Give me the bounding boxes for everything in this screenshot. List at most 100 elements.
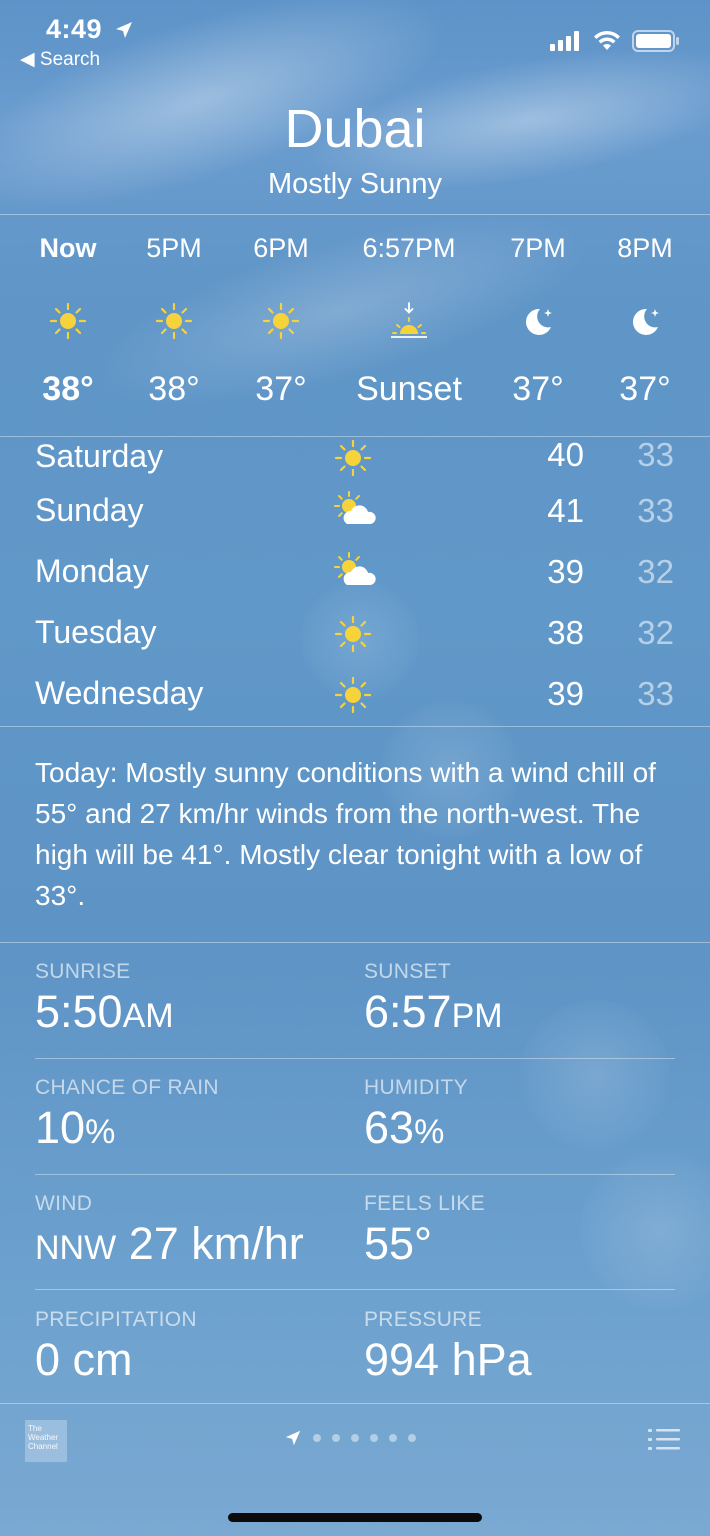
sun-icon [155,302,193,340]
detail-wind: WIND NNW 27 km/hr [35,1192,355,1270]
partly-cloudy-icon [334,552,376,585]
cellular-signal-icon [550,31,579,51]
detail-feels-like: FEELS LIKE 55° [364,1192,684,1270]
moon-icon [526,308,552,335]
hourly-item: Now 38° [13,215,123,437]
hour-label: 7PM [510,233,566,263]
daily-row: Saturday 40 33 [0,438,710,487]
detail-value: 5:50AM [35,986,355,1038]
day-name: Wednesday [35,675,204,711]
rain-chance-unit: % [85,1113,116,1151]
daily-row: Monday 39 32 [0,549,710,610]
detail-label: CHANCE OF RAIN [35,1076,219,1099]
page-dot [313,1434,321,1442]
daily-row: Wednesday 39 33 [0,671,710,726]
status-bar: 4:49 ◀ Search [0,0,710,75]
hourly-item: 8PM 37° [590,215,700,437]
hourly-item: 6:57PM Sunset [339,215,479,437]
divider [35,1058,675,1059]
humidity-value: 63 [364,1102,415,1153]
detail-value: 55° [364,1218,433,1269]
hourly-item: 7PM 37° [483,215,593,437]
daily-row: Tuesday 38 32 [0,610,710,671]
hour-label: 6:57PM [362,233,456,263]
sunset-time: 6:57 [364,986,452,1037]
hour-temp: 38° [148,370,200,408]
day-low: 32 [637,553,674,590]
hour-label: Now [39,233,97,263]
divider [0,942,710,943]
sun-icon [334,676,372,714]
detail-value: 10% [35,1102,355,1154]
sunrise-time: 5:50 [35,986,123,1037]
detail-precipitation: PRECIPITATION 0 cm [35,1308,355,1386]
page-dot [408,1434,416,1442]
page-indicator[interactable] [284,1429,416,1447]
partly-cloudy-icon [334,491,376,524]
day-high: 39 [547,553,584,590]
detail-value: 994 hPa [364,1334,532,1385]
sunrise-meridiem: AM [122,997,174,1035]
daily-forecast[interactable]: Saturday 40 33 Sunday 41 33 Monday 39 32… [0,438,710,726]
hour-temp: 37° [512,370,564,408]
weather-channel-logo[interactable]: The Weather Channel [25,1420,67,1462]
day-name: Monday [35,553,149,589]
detail-label: PRESSURE [364,1308,482,1331]
status-time: 4:49 [46,14,103,44]
page-dot [332,1434,340,1442]
day-name: Tuesday [35,614,157,650]
battery-icon [632,30,679,52]
detail-value: 63% [364,1102,684,1154]
hour-temp: 38° [42,370,94,408]
hourly-item: 5PM 38° [119,215,229,437]
humidity-unit: % [414,1113,445,1151]
hour-label: 8PM [617,233,673,263]
detail-sunrise: SUNRISE 5:50AM [35,960,355,1038]
home-indicator[interactable] [228,1513,482,1522]
hour-label: 5PM [146,233,202,263]
hour-temp: Sunset [356,370,462,408]
location-arrow-icon [285,1430,301,1446]
detail-label: SUNRISE [35,960,131,983]
day-high: 40 [547,438,584,473]
day-high: 39 [547,675,584,712]
location-arrow-icon [116,22,132,38]
detail-sunset: SUNSET 6:57PM [364,960,684,1038]
day-high: 38 [547,614,584,651]
detail-value: 6:57PM [364,986,684,1038]
hourly-item: 6PM 37° [226,215,336,437]
divider [35,1289,675,1290]
day-low: 33 [637,438,674,473]
day-name: Saturday [35,438,164,474]
current-condition: Mostly Sunny [267,168,443,200]
hour-label: 6PM [253,233,309,263]
page-dot [389,1434,397,1442]
back-to-search-link[interactable]: ◀ Search [20,48,100,71]
daily-row: Sunday 41 33 [0,488,710,549]
day-name: Sunday [35,492,144,528]
day-low: 33 [637,675,674,712]
logo-text: The Weather Channel [28,1424,59,1451]
day-low: 33 [637,492,674,529]
detail-label: WIND [35,1192,93,1215]
rain-chance-value: 10 [35,1102,86,1153]
status-icons [550,30,680,52]
day-low: 32 [637,614,674,651]
hour-temp: 37° [619,370,671,408]
moon-icon [633,308,659,335]
detail-label: PRECIPITATION [35,1308,197,1331]
forecast-summary: Today: Mostly sunny conditions with a wi… [35,757,656,911]
hourly-forecast[interactable]: Now 38° 5PM 38° 6PM 37° 6:57PM Sunset 7P… [0,215,710,437]
detail-value: NNW 27 km/hr [35,1218,355,1270]
detail-humidity: HUMIDITY 63% [364,1076,684,1154]
page-dot [351,1434,359,1442]
sun-icon [262,302,300,340]
day-high: 41 [547,492,584,529]
sun-icon [49,302,87,340]
city-name: Dubai [284,99,426,159]
weather-app: { "status_bar": { "time": "4:49", "back_… [0,0,710,1536]
list-icon[interactable] [648,1427,680,1453]
sunset-icon [391,302,427,338]
wifi-icon [594,30,620,50]
wind-direction: NNW [35,1229,117,1267]
